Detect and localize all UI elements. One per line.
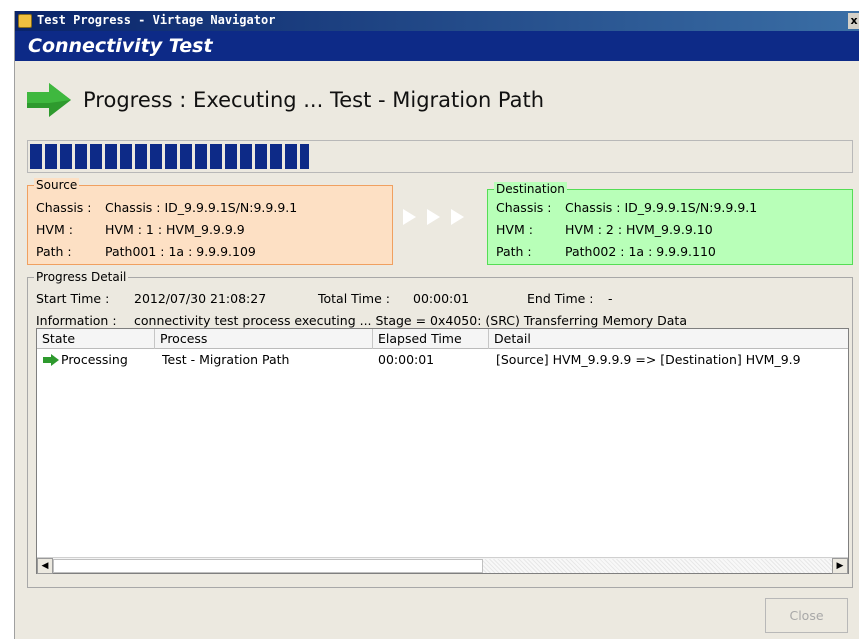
total-time-label: Total Time :	[318, 291, 390, 306]
green-right-arrow-icon	[27, 83, 71, 117]
end-time-label: End Time :	[527, 291, 594, 306]
column-header-detail[interactable]: Detail	[489, 329, 848, 349]
column-header-process[interactable]: Process	[155, 329, 373, 349]
destination-group: Destination Chassis : Chassis : ID_9.9.9…	[487, 182, 853, 265]
title-bar: Test Progress - Virtage Navigator x	[15, 11, 859, 31]
destination-hvm-label: HVM :	[496, 222, 533, 237]
row-state: Processing	[61, 352, 128, 367]
row-detail: [Source] HVM_9.9.9.9 => [Destination] HV…	[496, 352, 801, 367]
green-right-arrow-icon	[43, 354, 59, 366]
banner-title: Connectivity Test	[28, 35, 213, 57]
row-elapsed-time: 00:00:01	[378, 352, 435, 367]
horizontal-scrollbar[interactable]: ◀ ▶	[37, 557, 848, 574]
source-chassis-value: Chassis : ID_9.9.9.1S/N:9.9.9.1	[105, 200, 298, 215]
progress-status-text: Progress : Executing ... Test - Migratio…	[83, 88, 545, 112]
column-header-elapsed-time[interactable]: Elapsed Time	[373, 329, 489, 349]
source-path-label: Path :	[36, 244, 72, 259]
source-chassis-label: Chassis :	[36, 200, 92, 215]
end-time-value: -	[608, 291, 613, 306]
column-header-state[interactable]: State	[37, 329, 155, 349]
start-time-value: 2012/07/30 21:08:27	[134, 291, 267, 306]
scroll-left-button[interactable]: ◀	[37, 558, 53, 574]
table-row[interactable]: Processing Test - Migration Path 00:00:0…	[37, 350, 848, 370]
progress-bar	[27, 140, 853, 173]
close-button[interactable]: Close	[765, 598, 848, 633]
scrollbar-track[interactable]	[53, 559, 832, 573]
progress-detail-group: Progress Detail Start Time : 2012/07/30 …	[27, 270, 853, 588]
process-table[interactable]: State Process Elapsed Time Detail Proces…	[36, 328, 849, 574]
destination-hvm-value: HVM : 2 : HVM_9.9.9.10	[565, 222, 713, 237]
total-time-value: 00:00:01	[413, 291, 470, 306]
source-group: Source Chassis : Chassis : ID_9.9.9.1S/N…	[27, 178, 393, 265]
source-legend: Source	[34, 178, 80, 192]
progress-detail-legend: Progress Detail	[34, 270, 129, 284]
source-hvm-value: HVM : 1 : HVM_9.9.9.9	[105, 222, 245, 237]
information-label: Information :	[36, 313, 117, 328]
source-path-value: Path001 : 1a : 9.9.9.109	[105, 244, 256, 259]
window-close-button[interactable]: x	[848, 13, 859, 29]
progress-heading: Progress : Executing ... Test - Migratio…	[27, 83, 847, 117]
scroll-right-button[interactable]: ▶	[832, 558, 848, 574]
scrollbar-thumb[interactable]	[53, 559, 483, 573]
destination-chassis-label: Chassis :	[496, 200, 552, 215]
progress-bar-fill	[30, 144, 309, 169]
destination-legend: Destination	[494, 182, 567, 196]
destination-chassis-value: Chassis : ID_9.9.9.1S/N:9.9.9.1	[565, 200, 758, 215]
window-title: Test Progress - Virtage Navigator	[37, 13, 276, 27]
app-cube-icon	[18, 14, 32, 28]
destination-path-label: Path :	[496, 244, 532, 259]
dialog-window: Test Progress - Virtage Navigator x Conn…	[14, 11, 859, 639]
information-value: connectivity test process executing ... …	[134, 313, 687, 328]
start-time-label: Start Time :	[36, 291, 110, 306]
source-hvm-label: HVM :	[36, 222, 73, 237]
destination-path-value: Path002 : 1a : 9.9.9.110	[565, 244, 716, 259]
triple-triangle-arrow-icon	[401, 207, 477, 227]
table-header: State Process Elapsed Time Detail	[37, 329, 848, 349]
header-banner: Connectivity Test	[15, 31, 859, 61]
row-process: Test - Migration Path	[162, 352, 290, 367]
